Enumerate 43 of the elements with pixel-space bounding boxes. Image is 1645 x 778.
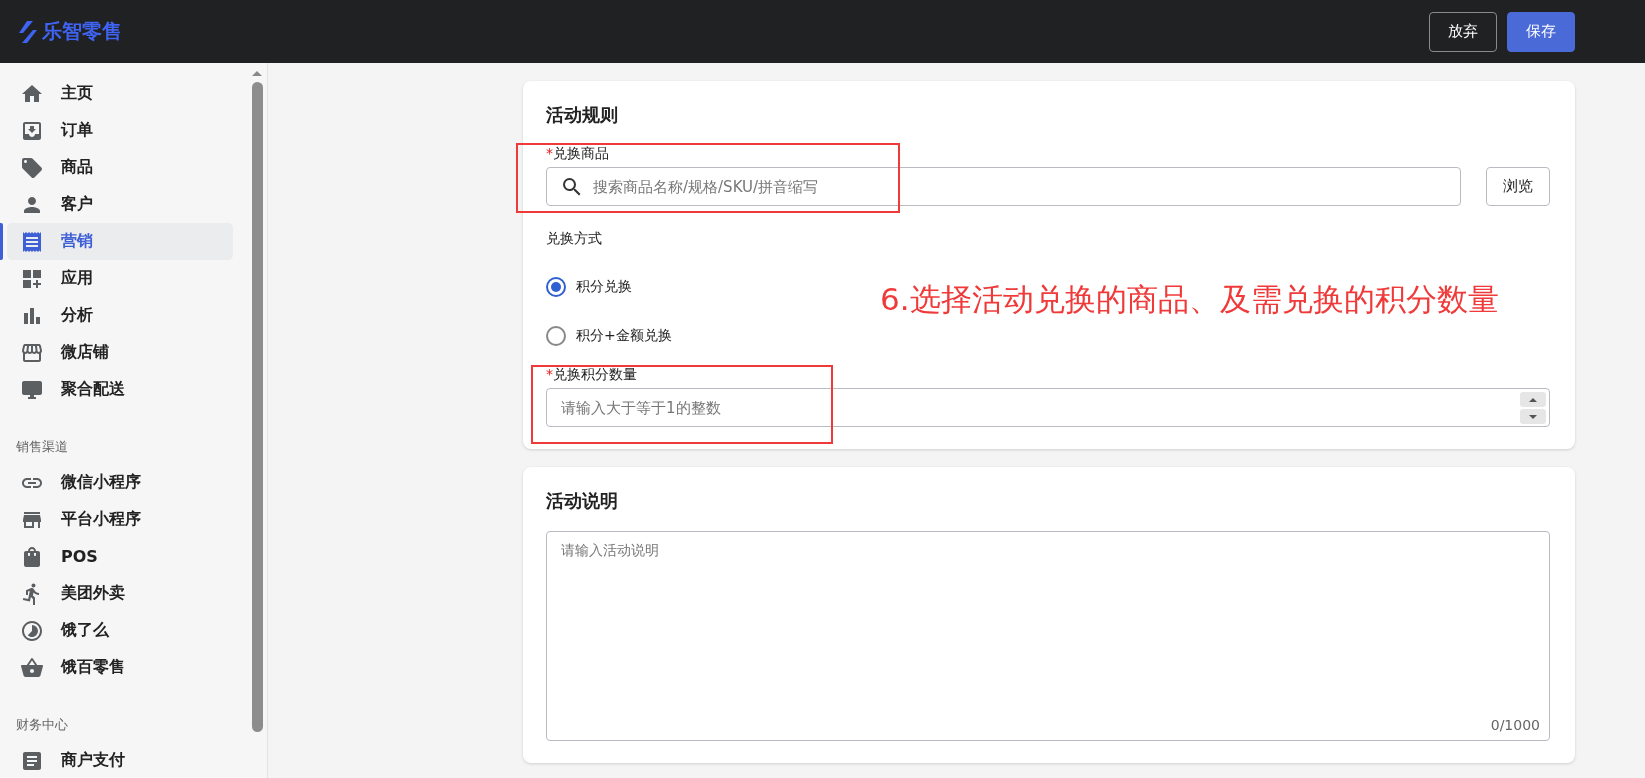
field-label: *兑换积分数量 — [546, 366, 637, 384]
nav-item[interactable]: 美团外卖 — [7, 575, 233, 612]
active-indicator — [0, 223, 3, 260]
field-label: 兑换方式 — [546, 230, 602, 248]
radio-option[interactable]: 积分+金额兑换 — [546, 311, 672, 360]
nav-item[interactable]: POS — [7, 538, 233, 575]
number-field[interactable]: 请输入大于等于1的整数 — [546, 388, 1550, 427]
logo-icon — [18, 19, 38, 44]
nav-item[interactable]: 订单 — [7, 112, 233, 149]
nav-item[interactable]: 主页 — [7, 75, 233, 112]
card-title: 活动说明 — [546, 489, 618, 513]
receipt-icon — [20, 229, 44, 254]
nav-item[interactable]: 商品 — [7, 149, 233, 186]
radio-option[interactable]: 积分兑换 — [546, 262, 632, 311]
character-counter: 0/1000 — [1490, 717, 1540, 733]
nav-item[interactable]: 分析 — [7, 297, 233, 334]
annotation-text: 6.选择活动兑换的商品、及需兑换的积分数量 — [880, 280, 1499, 319]
nav-item[interactable]: 微店铺 — [7, 334, 233, 371]
nav-item[interactable]: 应用 — [7, 260, 233, 297]
section-heading: 财务中心 — [15, 716, 69, 734]
save-button[interactable]: 保存 — [1507, 11, 1575, 52]
basket-icon — [20, 655, 44, 680]
section-heading: 销售渠道 — [15, 438, 69, 456]
decrement-button[interactable] — [1520, 409, 1546, 424]
nav-item[interactable]: 商户支付 — [7, 742, 233, 778]
nav-item[interactable]: 聚合配送 — [7, 371, 233, 408]
nav-item[interactable]: 客户 — [7, 186, 233, 223]
nav-item[interactable]: 平台小程序 — [7, 501, 233, 538]
logo-text: 乐智零售 — [42, 18, 122, 45]
caret-up-icon — [1529, 397, 1537, 402]
increment-button[interactable] — [1520, 392, 1546, 407]
field-label: *兑换商品 — [546, 145, 609, 163]
card-title: 活动规则 — [546, 103, 618, 127]
search-field[interactable]: 搜索商品名称/规格/SKU/拼音缩写 — [546, 167, 1461, 206]
nav-item[interactable]: 饿百零售 — [7, 649, 233, 686]
caret-down-icon — [1529, 414, 1537, 419]
tag-icon — [20, 155, 44, 180]
scroll-up-icon[interactable] — [252, 71, 262, 76]
nav-item[interactable]: 饿了么 — [7, 612, 233, 649]
discard-button[interactable]: 放弃 — [1429, 11, 1497, 52]
timer-icon — [20, 618, 44, 643]
browse-button[interactable]: 浏览 — [1486, 167, 1550, 206]
nav-item[interactable]: 微信小程序 — [7, 464, 233, 501]
